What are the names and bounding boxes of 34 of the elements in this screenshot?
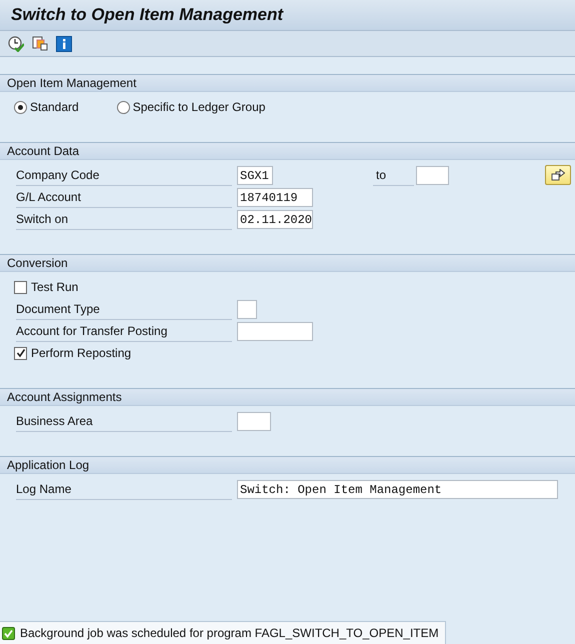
field-label: Company Code xyxy=(16,164,232,186)
status-message: Background job was scheduled for program FAGL_SWITCH_TO_OPEN_ITEM xyxy=(20,626,439,640)
field-label: Log Name xyxy=(16,478,232,500)
section-header: Application Log xyxy=(0,456,575,474)
info-icon[interactable] xyxy=(56,36,72,52)
field-label: Account for Transfer Posting xyxy=(16,320,232,342)
input-field[interactable] xyxy=(237,412,271,430)
radio-button[interactable]: Specific to Ledger Group xyxy=(118,100,266,114)
field-label: G/L Account xyxy=(16,186,232,208)
variants-icon[interactable] xyxy=(32,36,48,52)
section-header: Account Assignments xyxy=(0,388,575,406)
field-label: Switch on xyxy=(16,208,232,230)
input-field[interactable]: 02.11.2020 xyxy=(237,210,313,228)
field-label: Document Type xyxy=(16,298,232,320)
section-header: Account Data xyxy=(0,142,575,160)
multiple-selection-button[interactable] xyxy=(545,165,571,185)
field-label: Business Area xyxy=(16,410,232,432)
field-label: to xyxy=(373,164,414,186)
input-field[interactable]: Switch: Open Item Management xyxy=(237,480,558,498)
input-field[interactable] xyxy=(237,300,257,318)
window-title: Switch to Open Item Management xyxy=(11,5,284,25)
execute-icon[interactable] xyxy=(8,36,24,52)
section-header: Conversion xyxy=(0,254,575,272)
checkbox[interactable] xyxy=(14,346,27,360)
input-field[interactable]: SGX1 xyxy=(237,166,273,184)
input-field[interactable] xyxy=(237,322,313,340)
radio-button[interactable]: Standard xyxy=(16,100,79,114)
checkbox-label: Test Run xyxy=(31,280,78,294)
checkbox-label: Perform Reposting xyxy=(31,346,132,360)
section-header: Open Item Management xyxy=(0,74,575,92)
arrow-icon xyxy=(551,169,565,181)
checkbox[interactable] xyxy=(14,280,27,294)
input-field[interactable]: 18740119 xyxy=(237,188,313,206)
input-field[interactable] xyxy=(416,166,449,184)
